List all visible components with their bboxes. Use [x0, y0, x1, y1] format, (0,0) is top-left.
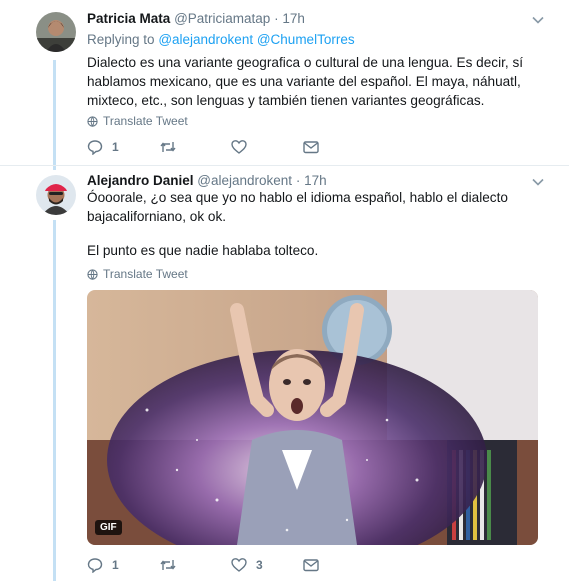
avatar[interactable]	[36, 175, 76, 215]
reply-count: 1	[112, 558, 119, 572]
like-icon	[231, 558, 247, 572]
direct-message-button[interactable]	[303, 558, 375, 572]
gif-badge: GIF	[95, 520, 122, 535]
mention-alejandrokent[interactable]: @alejandrokent	[158, 32, 253, 47]
display-name[interactable]: Patricia Mata	[87, 11, 170, 26]
tweet-header: Patricia Mata @Patriciamatap · 17h	[87, 11, 305, 26]
tweet-text: Óooorale, ¿o sea que yo no hablo el idio…	[87, 188, 547, 260]
reply-icon	[87, 558, 103, 573]
direct-message-button[interactable]	[303, 140, 375, 154]
translate-tweet[interactable]: Translate Tweet	[87, 267, 188, 281]
tweet-patricia[interactable]: Patricia Mata @Patriciamatap · 17h Reply…	[0, 0, 569, 165]
tweet-header: Alejandro Daniel @alejandrokent · 17h	[87, 173, 327, 188]
timestamp[interactable]: 17h	[304, 173, 327, 188]
avatar[interactable]	[36, 12, 76, 52]
like-count: 3	[256, 558, 263, 572]
tweet-text-body: Dialecto es una variante geografica o cu…	[87, 55, 524, 108]
retweet-icon	[160, 142, 176, 152]
separator: ·	[295, 173, 301, 188]
display-name[interactable]: Alejandro Daniel	[87, 173, 194, 188]
chevron-down-icon[interactable]	[531, 13, 545, 27]
tweet-actions: 1	[87, 137, 375, 157]
retweet-button[interactable]	[159, 557, 231, 573]
globe-icon	[87, 268, 98, 280]
tweet-text-line-1: Óooorale, ¿o sea que yo no hablo el idio…	[87, 190, 508, 224]
tweet-text: Dialecto es una variante geografica o cu…	[87, 53, 537, 110]
retweet-button[interactable]	[159, 139, 231, 155]
tweet-text-line-2: El punto es que nadie hablaba tolteco.	[87, 243, 319, 258]
timestamp[interactable]: 17h	[282, 11, 305, 26]
gif-image	[87, 290, 538, 545]
separator: ·	[274, 11, 279, 26]
reply-button[interactable]: 1	[87, 557, 159, 573]
tweet-actions: 1 3	[87, 555, 375, 575]
dm-icon	[303, 141, 319, 154]
like-icon	[231, 140, 247, 154]
like-button[interactable]: 3	[231, 557, 303, 573]
dm-icon	[303, 559, 319, 572]
replying-to-label: Replying to	[87, 32, 155, 47]
chevron-down-icon[interactable]	[531, 175, 545, 189]
user-handle[interactable]: @Patriciamatap	[174, 11, 270, 26]
gif-media[interactable]: GIF	[87, 290, 538, 545]
reply-icon	[87, 140, 103, 155]
reply-button[interactable]: 1	[87, 139, 159, 155]
mention-chumeltorres[interactable]: @ChumelTorres	[257, 32, 355, 47]
like-button[interactable]	[231, 139, 303, 155]
replying-to: Replying to @alejandrokent @ChumelTorres	[87, 32, 355, 47]
globe-icon	[87, 115, 98, 127]
translate-label: Translate Tweet	[103, 267, 188, 281]
translate-label: Translate Tweet	[103, 114, 188, 128]
translate-tweet[interactable]: Translate Tweet	[87, 114, 188, 128]
retweet-icon	[160, 560, 176, 570]
user-handle[interactable]: @alejandrokent	[197, 173, 292, 188]
reply-count: 1	[112, 140, 119, 154]
